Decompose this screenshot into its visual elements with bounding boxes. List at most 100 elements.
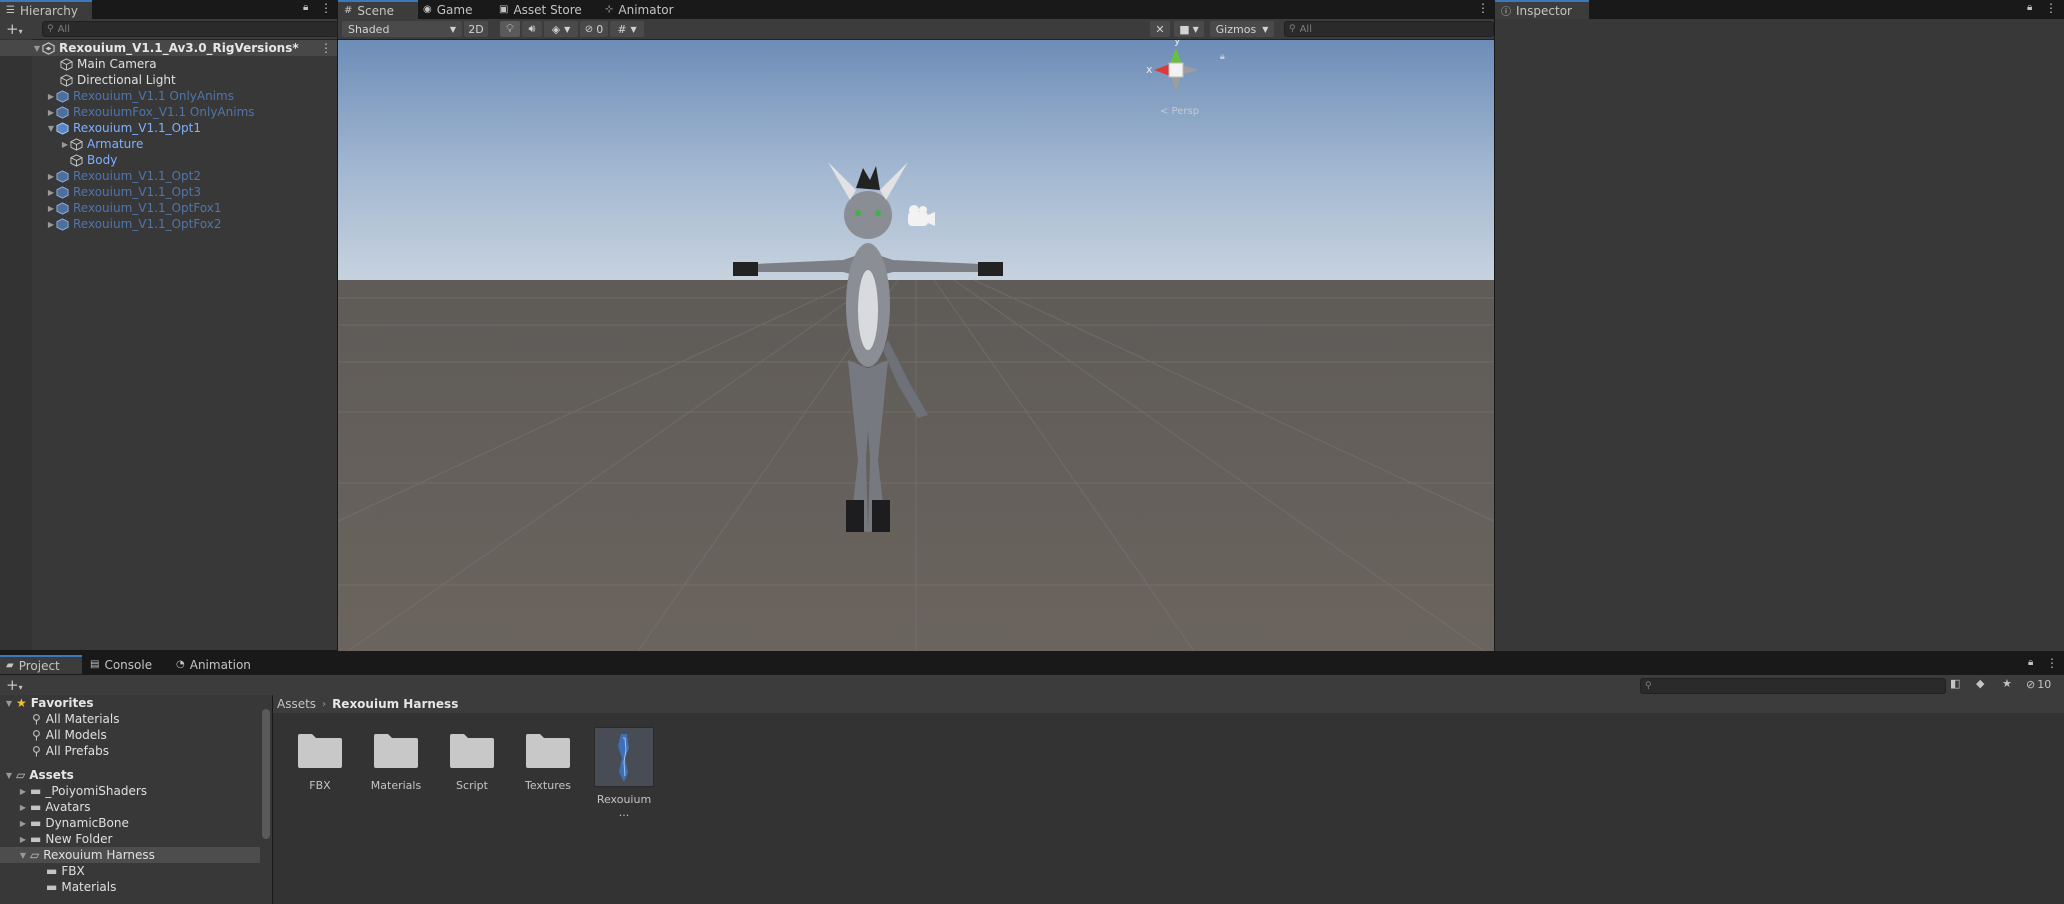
expand-arrow-icon[interactable]: ▶ (46, 92, 56, 101)
kebab-menu-icon[interactable]: ⋮ (2045, 1, 2057, 15)
grid-dropdown[interactable]: # ▼ (610, 21, 644, 37)
lock-icon[interactable]: 🔒︎ (303, 2, 308, 13)
speaker-icon: 🔊︎ (528, 22, 536, 35)
grid-item-rexouium-asset[interactable]: Rexouium ... (594, 727, 654, 819)
project-tabbar: ▰ Project ▤ Console ◔ Animation 🔒︎ ⋮ (0, 655, 2064, 675)
project-sidebar-scrollbar[interactable] (262, 709, 270, 839)
favorites-header[interactable]: ▼ ★ Favorites (4, 695, 94, 711)
inspector-panel (1495, 19, 2064, 651)
gizmo-lock-icon[interactable]: 🔒︎ (1220, 52, 1225, 62)
expand-arrow-icon[interactable]: ▶ (46, 204, 56, 213)
lock-icon[interactable]: 🔒︎ (2028, 657, 2033, 668)
kebab-menu-icon[interactable]: ⋮ (2046, 656, 2058, 670)
star-icon[interactable]: ★ (2002, 677, 2012, 690)
lightbulb-icon: 💡︎ (506, 22, 514, 35)
expand-arrow-icon[interactable]: ▶ (46, 108, 56, 117)
hierarchy-item-rexouium-opt1[interactable]: ▼ Rexouium_V1.1_Opt1 (46, 120, 201, 136)
hierarchy-item-main-camera[interactable]: Main Camera (60, 56, 157, 72)
tab-animation[interactable]: ◔ Animation (170, 655, 257, 674)
favorite-item-all-prefabs[interactable]: ⚲ All Prefabs (32, 743, 109, 759)
tab-inspector[interactable]: ⓘ Inspector (1495, 0, 1589, 19)
hidden-packages-toggle[interactable]: ⊘ 10 (2026, 678, 2051, 691)
favorite-item-all-materials[interactable]: ⚲ All Materials (32, 711, 120, 727)
tab-hierarchy[interactable]: ☰ Hierarchy (0, 0, 92, 19)
hierarchy-item-label: RexouiumFox_V1.1 OnlyAnims (73, 105, 255, 119)
asset-folder-dynamicbone[interactable]: ▶ ▬ DynamicBone (18, 815, 129, 831)
hierarchy-search-input[interactable]: ⚲ All (42, 21, 338, 37)
camera-dropdown[interactable]: ■ ▼ (1174, 21, 1204, 37)
expand-arrow-icon[interactable]: ▼ (32, 44, 42, 53)
gameobject-icon (70, 153, 83, 167)
asset-folder-materials[interactable]: ▬ Materials (46, 879, 116, 895)
hierarchy-item-rexouium-opt3[interactable]: ▶ Rexouium_V1.1_Opt3 (46, 184, 201, 200)
search-icon: ⚲ (47, 24, 54, 34)
expand-arrow-icon[interactable]: ▶ (18, 787, 28, 796)
grid-item-materials[interactable]: Materials (366, 730, 426, 792)
lighting-toggle[interactable]: 💡︎ (500, 21, 520, 37)
asset-folder-new-folder[interactable]: ▶ ▬ New Folder (18, 831, 113, 847)
expand-arrow-icon[interactable]: ▼ (4, 771, 14, 780)
expand-arrow-icon[interactable]: ▶ (18, 803, 28, 812)
project-search-input[interactable]: ⚲ (1640, 678, 1946, 694)
gameobject-icon (60, 57, 73, 71)
add-button[interactable]: +▾ (6, 20, 23, 38)
create-button[interactable]: +▾ (6, 676, 23, 694)
scene-viewport[interactable]: y x < Persp 🔒︎ (338, 40, 1494, 651)
assets-header[interactable]: ▼ ▱ Assets (4, 767, 74, 783)
grid-item-script[interactable]: Script (442, 730, 502, 792)
tab-animator[interactable]: ⊹ Animator (599, 0, 680, 19)
tab-console[interactable]: ▤ Console (84, 655, 158, 674)
breadcrumb-item[interactable]: Rexouium Harness (332, 697, 458, 711)
asset-folder-poiyomishaders[interactable]: ▶ ▬ _PoiyomiShaders (18, 783, 147, 799)
shading-mode-dropdown[interactable]: Shaded ▼ (342, 21, 462, 37)
persp-label[interactable]: < Persp (1160, 106, 1199, 117)
hierarchy-item-rexouiumfox-onlyanims[interactable]: ▶ RexouiumFox_V1.1 OnlyAnims (46, 104, 255, 120)
effects-dropdown[interactable]: ◈ ▼ (544, 21, 578, 37)
expand-arrow-icon[interactable]: ▶ (18, 819, 28, 828)
gamepad-icon: ◉ (423, 4, 432, 15)
kebab-menu-icon[interactable]: ⋮ (320, 1, 332, 15)
grid-item-fbx[interactable]: FBX (290, 730, 350, 792)
scene-root-row[interactable]: ▼ Rexouium_V1.1_Av3.0_RigVersions* ⋮ (0, 40, 337, 56)
inspector-tabbar: ⓘ Inspector 🔒︎ ⋮ (1495, 0, 2064, 19)
hierarchy-item-rexouium-optfox1[interactable]: ▶ Rexouium_V1.1_OptFox1 (46, 200, 222, 216)
hierarchy-item-directional-light[interactable]: Directional Light (60, 72, 176, 88)
expand-arrow-icon[interactable]: ▶ (60, 140, 70, 149)
tab-project[interactable]: ▰ Project (0, 655, 82, 674)
asset-folder-rexouium-harness[interactable]: ▼ ▱ Rexouium Harness (0, 847, 260, 863)
tab-game[interactable]: ◉ Game (417, 0, 478, 19)
kebab-menu-icon[interactable]: ⋮ (1477, 1, 1489, 15)
expand-arrow-icon[interactable]: ▶ (18, 835, 28, 844)
hierarchy-item-rexouium-optfox2[interactable]: ▶ Rexouium_V1.1_OptFox2 (46, 216, 222, 232)
label-tag-icon[interactable]: ◆ (1976, 677, 1984, 690)
hierarchy-item-body[interactable]: Body (70, 152, 117, 168)
favorite-item-all-models[interactable]: ⚲ All Models (32, 727, 107, 743)
expand-arrow-icon[interactable]: ▼ (4, 699, 14, 708)
tab-scene[interactable]: # Scene (338, 0, 418, 19)
hierarchy-item-armature[interactable]: ▶ Armature (60, 136, 143, 152)
tab-asset-store[interactable]: ▣ Asset Store (493, 0, 588, 19)
expand-arrow-icon[interactable]: ▼ (46, 124, 56, 133)
hierarchy-item-rexouium-opt2[interactable]: ▶ Rexouium_V1.1_Opt2 (46, 168, 201, 184)
expand-arrow-icon[interactable]: ▼ (18, 851, 28, 860)
toggle-2d-button[interactable]: 2D (464, 21, 488, 37)
grid-item-textures[interactable]: Textures (518, 730, 578, 792)
hidden-objects-toggle[interactable]: ⊘ 0 (580, 21, 608, 37)
hierarchy-toolbar: +▾ ⚲ All (0, 19, 338, 40)
breadcrumb-item[interactable]: Assets (277, 697, 316, 711)
search-by-type-icon[interactable]: ◧ (1950, 677, 1960, 690)
expand-arrow-icon[interactable]: ▶ (46, 172, 56, 181)
grid-item-label: Script (456, 779, 488, 792)
gizmos-dropdown[interactable]: Gizmos ▼ (1210, 21, 1274, 37)
expand-arrow-icon[interactable]: ▶ (46, 188, 56, 197)
tools-button[interactable]: ✕ (1150, 21, 1170, 37)
expand-arrow-icon[interactable]: ▶ (46, 220, 56, 229)
kebab-menu-icon[interactable]: ⋮ (320, 41, 332, 55)
hierarchy-item-rexouium-onlyanims[interactable]: ▶ Rexouium_V1.1 OnlyAnims (46, 88, 234, 104)
scene-search-input[interactable]: ⚲ All (1284, 21, 1494, 37)
audio-toggle[interactable]: 🔊︎ (522, 21, 542, 37)
asset-folder-fbx[interactable]: ▬ FBX (46, 863, 85, 879)
asset-folder-avatars[interactable]: ▶ ▬ Avatars (18, 799, 91, 815)
lock-icon[interactable]: 🔒︎ (2027, 2, 2032, 13)
asset-folder-label: Rexouium Harness (43, 848, 155, 862)
